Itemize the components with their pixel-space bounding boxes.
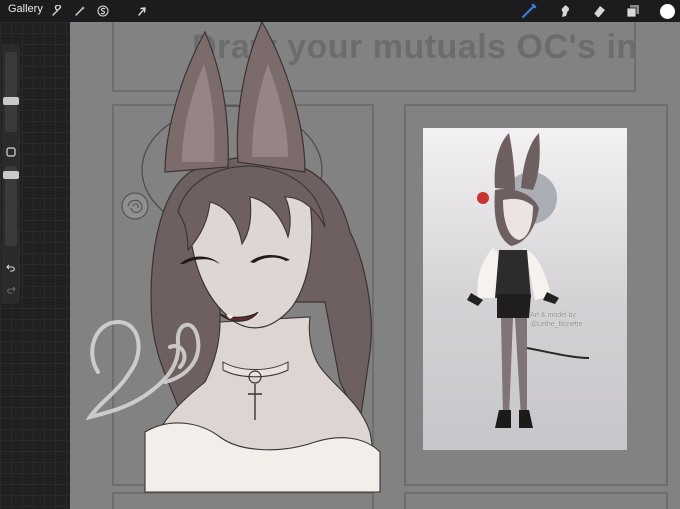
layers-icon[interactable]	[624, 2, 642, 20]
eraser-icon[interactable]	[590, 2, 608, 20]
undo-icon[interactable]	[5, 262, 17, 274]
credit-line-2: @Lethe_Bonette	[530, 321, 583, 328]
sidebar	[2, 44, 20, 304]
current-color-dot	[659, 3, 675, 19]
smudge-icon[interactable]	[556, 2, 574, 20]
opacity-handle[interactable]	[3, 171, 19, 179]
magic-wand-icon[interactable]	[71, 2, 89, 20]
rose-sketch	[121, 192, 149, 220]
redo-icon[interactable]	[5, 284, 17, 296]
modify-button[interactable]	[5, 146, 17, 158]
drawing-canvas[interactable]: Draw your mutuals OC's in Art & model by…	[70, 22, 680, 509]
gallery-button[interactable]: Gallery	[8, 3, 43, 15]
selection-s-icon[interactable]	[94, 2, 112, 20]
brush-size-handle[interactable]	[3, 97, 19, 105]
top-toolbar: Gallery	[0, 0, 680, 22]
color-swatch[interactable]	[658, 2, 676, 20]
reference-character	[467, 133, 590, 428]
wrench-icon[interactable]	[48, 2, 66, 20]
brush-size-slider[interactable]	[5, 52, 17, 132]
brush-icon[interactable]	[520, 2, 538, 20]
transform-arrow-icon[interactable]	[133, 2, 151, 20]
reference-credit: Art & model by @Lethe_Bonette	[530, 311, 583, 329]
reference-image[interactable]: Art & model by @Lethe_Bonette	[423, 128, 627, 450]
credit-line-1: Art & model by	[530, 312, 576, 319]
